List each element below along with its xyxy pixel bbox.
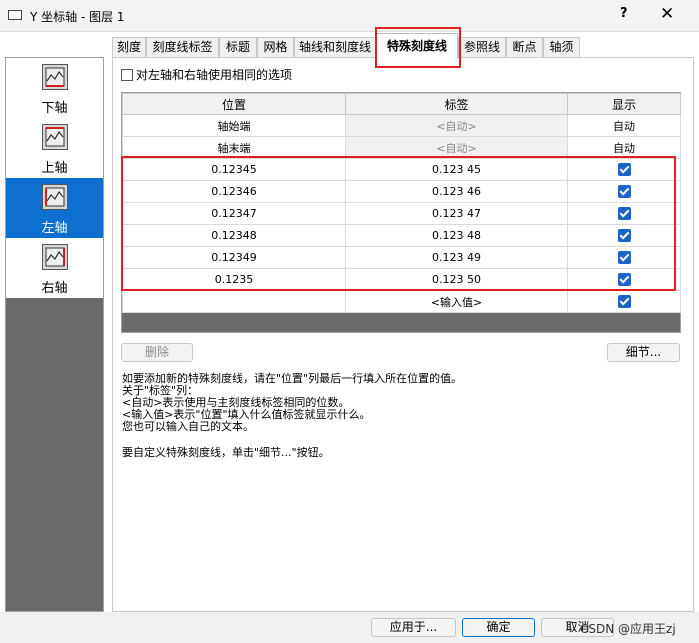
ok-button[interactable]: 确定: [462, 618, 535, 637]
column-header-position[interactable]: 位置: [122, 93, 346, 115]
table-row-new: <输入值>: [122, 290, 681, 313]
window-title: Y 坐标轴 - 图层 1: [30, 10, 125, 24]
sidebar-item-label: 上轴: [41, 161, 68, 176]
apply-to-button[interactable]: 应用于...: [371, 618, 456, 637]
close-button[interactable]: ✕: [660, 4, 674, 24]
axis-bottom-icon: [42, 64, 68, 90]
cell-label-input[interactable]: <输入值>: [345, 290, 568, 313]
sidebar-item-bottom-axis[interactable]: 下轴: [6, 58, 103, 118]
cell-show[interactable]: 自动: [567, 114, 681, 137]
tab-highlight-box: [375, 27, 461, 68]
tab-title[interactable]: 标题: [219, 37, 257, 57]
rows-highlight-box: [121, 156, 676, 291]
tab-grid[interactable]: 网格: [257, 37, 294, 57]
sidebar-item-label: 右轴: [41, 281, 68, 296]
watermark: CSDN @应用王zj: [580, 622, 676, 636]
column-header-show[interactable]: 显示: [567, 93, 681, 115]
axis-sidebar: 下轴 上轴 左轴 右轴: [5, 57, 104, 612]
table-header-row: 位置 标签 显示: [122, 93, 681, 115]
help-text-details: 要自定义特殊刻度线，单击"细节..."按钮。: [122, 446, 330, 459]
table-row: 轴始端 <自动> 自动: [122, 114, 681, 137]
help-button[interactable]: ?: [620, 6, 628, 21]
checkbox-box[interactable]: [121, 69, 133, 81]
help-text: 如要添加新的特殊刻度线，请在"位置"列最后一行填入所在位置的值。 关于"标签"列…: [122, 372, 463, 433]
delete-button[interactable]: 删除: [121, 343, 193, 362]
sidebar-item-left-axis[interactable]: 左轴: [6, 178, 103, 238]
title-bar: Y 坐标轴 - 图层 1 ? ✕: [0, 0, 699, 32]
tab-scale[interactable]: 刻度: [112, 37, 146, 57]
tab-line-and-ticks[interactable]: 轴线和刻度线: [294, 37, 376, 57]
window-icon: [8, 10, 22, 20]
sidebar-item-label: 左轴: [41, 221, 68, 236]
tab-reference-lines[interactable]: 参照线: [458, 37, 506, 57]
tab-breaks[interactable]: 断点: [506, 37, 543, 57]
sidebar-item-top-axis[interactable]: 上轴: [6, 118, 103, 178]
cell-position[interactable]: 轴始端: [122, 114, 346, 137]
sidebar-item-right-axis[interactable]: 右轴: [6, 238, 103, 298]
same-options-checkbox[interactable]: 对左轴和右轴使用相同的选项: [121, 66, 292, 83]
axis-top-icon: [42, 124, 68, 150]
show-checkbox[interactable]: [617, 295, 631, 309]
sidebar-item-label: 下轴: [41, 101, 68, 116]
cell-position-input[interactable]: [122, 290, 346, 313]
details-button[interactable]: 细节...: [607, 343, 680, 362]
column-header-label[interactable]: 标签: [345, 93, 568, 115]
checkbox-label: 对左轴和右轴使用相同的选项: [136, 68, 293, 82]
axis-left-icon: [42, 184, 68, 210]
tab-rug[interactable]: 轴须: [543, 37, 580, 57]
tab-tick-labels[interactable]: 刻度线标签: [146, 37, 219, 57]
axis-right-icon: [42, 244, 68, 270]
cell-label[interactable]: <自动>: [345, 114, 568, 137]
cell-show[interactable]: [567, 290, 681, 313]
